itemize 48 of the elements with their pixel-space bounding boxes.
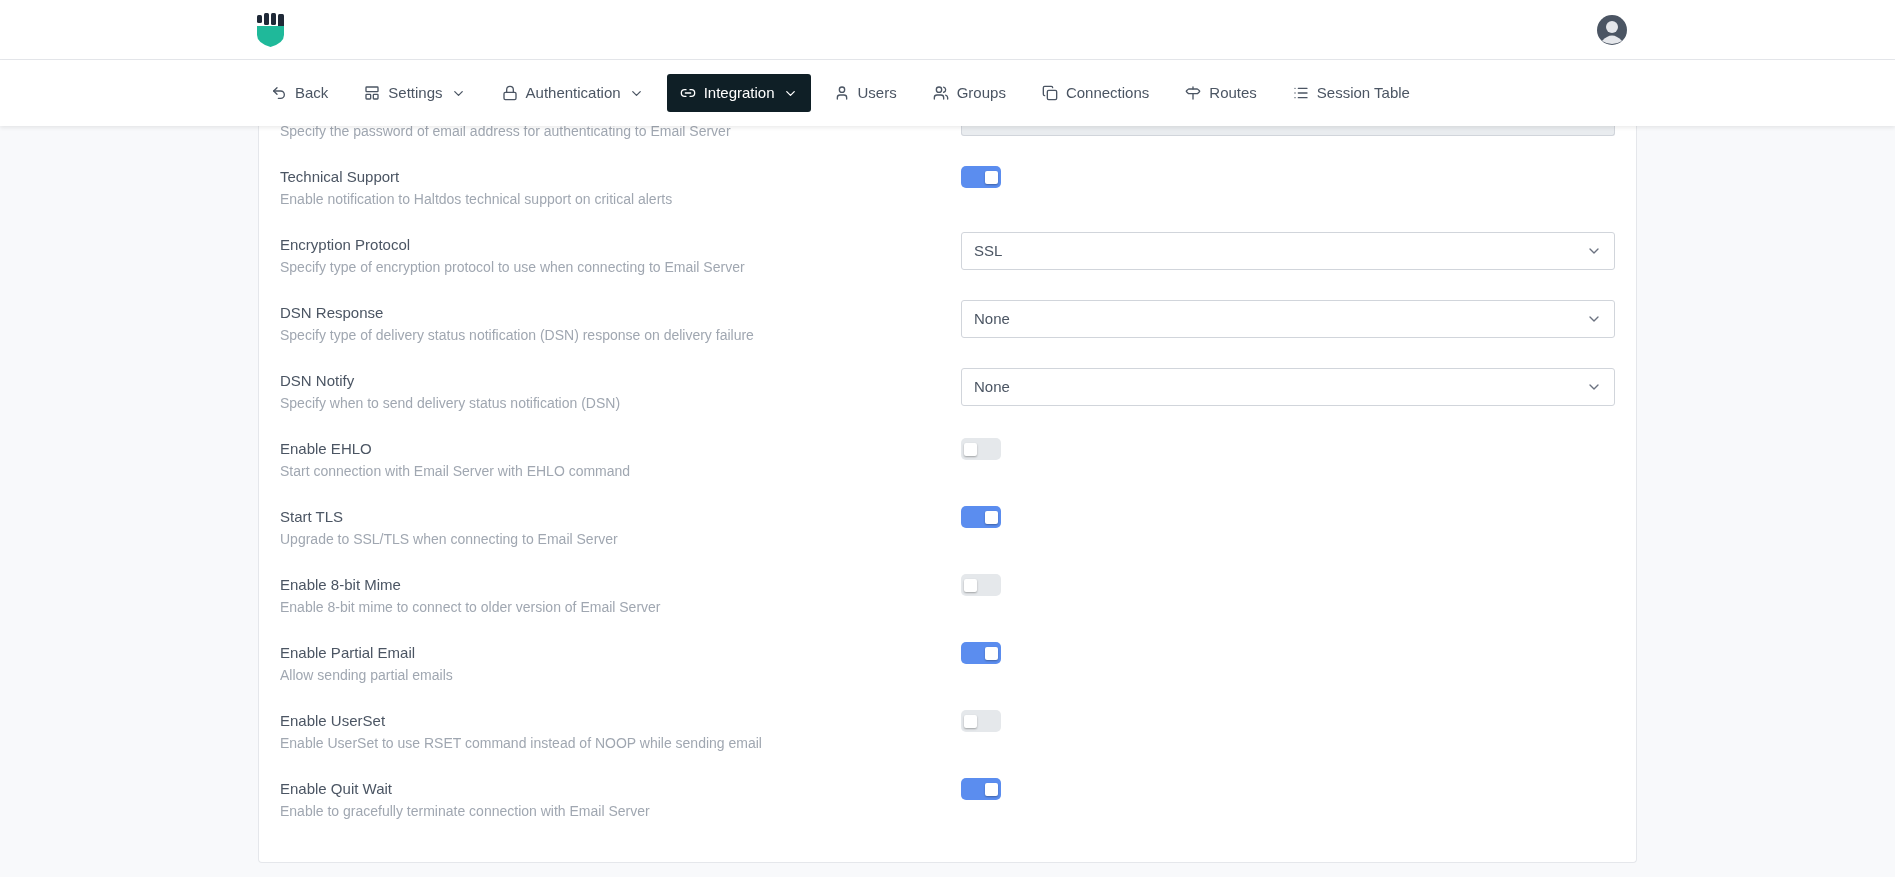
- toggle-switch[interactable]: [961, 778, 1001, 800]
- setting-description: Specify when to send delivery status notification (DSN): [280, 394, 622, 413]
- nav-tab[interactable]: Back: [258, 74, 342, 112]
- nav-tab[interactable]: Users: [820, 74, 910, 112]
- users-icon: [932, 85, 949, 101]
- signpost-icon: [1185, 85, 1202, 101]
- layout-icon: [364, 85, 381, 101]
- setting-description: Specify type of encryption protocol to use when connecting to Email Server: [280, 258, 746, 277]
- setting-description: Specify type of delivery status notification (DSN) response on delivery failure: [280, 326, 755, 345]
- nav-tab[interactable]: Session Table: [1279, 74, 1423, 112]
- nav-tab[interactable]: Settings: [351, 74, 479, 112]
- avatar-icon[interactable]: [1597, 14, 1627, 45]
- select-field[interactable]: SSL: [961, 232, 1615, 270]
- nav-tab[interactable]: Groups: [919, 74, 1019, 112]
- setting-description: Allow sending partial emails: [280, 666, 454, 685]
- list-icon: [1292, 85, 1309, 101]
- nav-tab[interactable]: Routes: [1172, 74, 1270, 112]
- toggle-switch[interactable]: [961, 506, 1001, 528]
- lock-icon: [501, 85, 518, 101]
- setting-label: Enable EHLO: [280, 439, 373, 459]
- fist-shield-logo[interactable]: [257, 12, 285, 47]
- toggle-switch[interactable]: [961, 166, 1001, 188]
- setting-label: DSN Notify: [280, 371, 356, 391]
- nav-tab[interactable]: Integration: [666, 74, 811, 112]
- back-icon: [271, 85, 287, 101]
- setting-description: Enable UserSet to use RSET command instead of NOOP while sending email: [280, 734, 763, 753]
- setting-description: Enable to gracefully terminate connection with Email Server: [280, 802, 651, 821]
- toggle-switch[interactable]: [961, 710, 1001, 732]
- setting-label: DSN Response: [280, 303, 385, 323]
- setting-description: Upgrade to SSL/TLS when connecting to Email Server: [280, 530, 619, 549]
- setting-description: Start connection with Email Server with EHLO command: [280, 462, 632, 481]
- setting-label: Enable Quit Wait: [280, 779, 393, 799]
- select-field[interactable]: None: [961, 368, 1615, 406]
- toggle-switch[interactable]: [961, 574, 1001, 596]
- setting-label: Encryption Protocol: [280, 235, 412, 255]
- toggle-switch[interactable]: [961, 642, 1001, 664]
- nav-tab[interactable]: Authentication: [488, 74, 657, 112]
- setting-description: Enable 8-bit mime to connect to older version of Email Server: [280, 598, 662, 617]
- setting-label: Start TLS: [280, 507, 345, 527]
- nav-tab[interactable]: Connections: [1028, 74, 1163, 112]
- setting-label: Enable UserSet: [280, 711, 387, 731]
- select-field[interactable]: None: [961, 300, 1615, 338]
- setting-label: Technical Support: [280, 167, 401, 187]
- setting-description: Enable notification to Haltdos technical support on critical alerts: [280, 190, 674, 209]
- toggle-switch[interactable]: [961, 438, 1001, 460]
- setting-label: Enable Partial Email: [280, 643, 417, 663]
- copy-icon: [1041, 85, 1058, 101]
- setting-label: Enable 8-bit Mime: [280, 575, 402, 595]
